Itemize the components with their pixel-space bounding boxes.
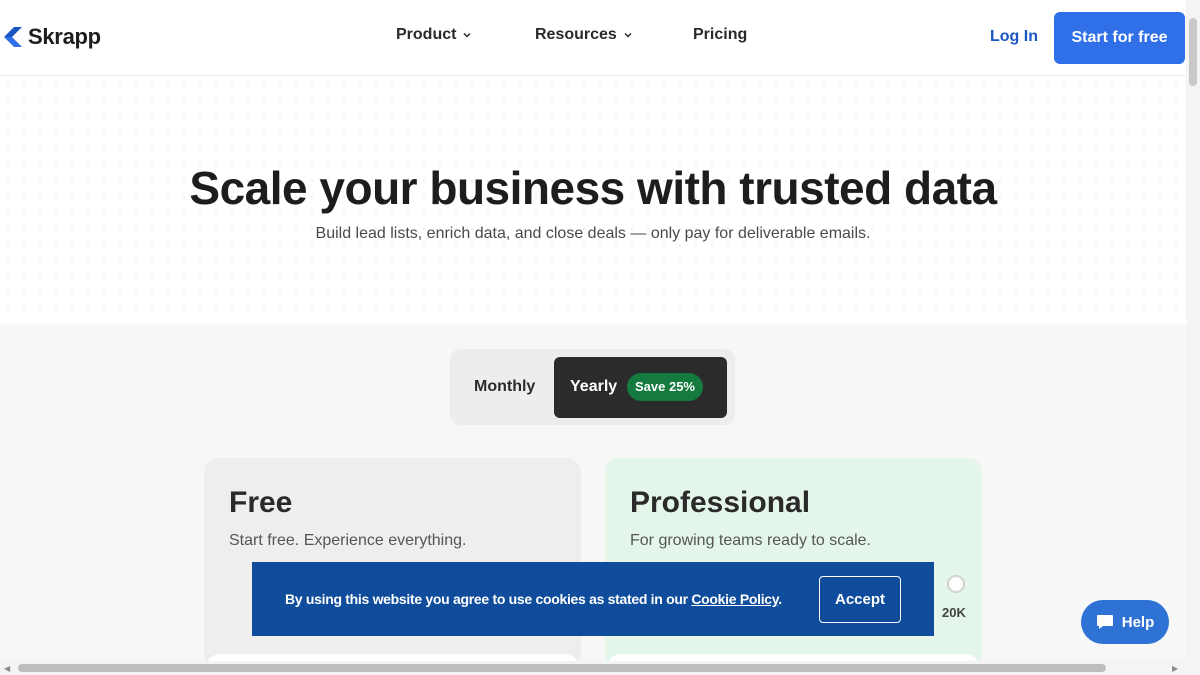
skrapp-logo-icon [4, 27, 22, 47]
nav-item-pricing[interactable]: Pricing [693, 26, 747, 44]
chevron-down-icon [624, 32, 632, 38]
login-link[interactable]: Log In [990, 28, 1038, 46]
slider-max-label: 20K [942, 605, 966, 620]
start-for-free-button[interactable]: Start for free [1054, 12, 1185, 64]
help-label: Help [1121, 613, 1155, 631]
chat-bubble-icon [1096, 615, 1113, 629]
billing-toggle: Monthly Yearly Save 25% [450, 349, 735, 425]
plan-description: Start free. Experience everything. [229, 532, 467, 549]
nav-item-resources[interactable]: Resources [535, 26, 633, 44]
help-button[interactable]: Help [1081, 600, 1169, 644]
hero-section: Scale your business with trusted data Bu… [0, 77, 1186, 325]
vertical-scrollbar-thumb[interactable] [1189, 18, 1197, 86]
billing-option-monthly[interactable]: Monthly [474, 378, 535, 396]
nav-item-label: Resources [535, 26, 617, 43]
cookie-text: By using this website you agree to use c… [285, 591, 692, 607]
plan-title: Professional [630, 486, 811, 519]
cookie-policy-link[interactable]: Cookie Policy [691, 591, 778, 607]
billing-option-yearly[interactable]: Yearly Save 25% [554, 357, 727, 418]
cookie-message: By using this website you agree to use c… [285, 591, 782, 607]
cookie-banner: By using this website you agree to use c… [252, 562, 934, 636]
nav-item-label: Pricing [693, 26, 748, 43]
cookie-text-suffix: . [778, 591, 782, 607]
nav-item-product[interactable]: Product [396, 26, 472, 44]
brand-logo[interactable]: Skrapp [2, 24, 101, 50]
credits-slider-handle[interactable] [947, 575, 965, 593]
hero-title: Scale your business with trusted data [189, 162, 997, 214]
nav-item-label: Product [396, 26, 457, 43]
horizontal-scrollbar[interactable]: ◀ ▶ [0, 661, 1200, 675]
scroll-right-icon[interactable]: ▶ [1172, 664, 1178, 673]
horizontal-scrollbar-thumb[interactable] [18, 664, 1106, 672]
vertical-scrollbar[interactable] [1186, 0, 1200, 661]
brand-name: Skrapp [28, 24, 101, 49]
chevron-down-icon [463, 32, 471, 38]
navbar: Skrapp Product Resources Pricing Log In … [0, 0, 1186, 76]
accept-cookies-button[interactable]: Accept [819, 576, 901, 623]
hero-subtitle: Build lead lists, enrich data, and close… [315, 225, 871, 242]
scroll-left-icon[interactable]: ◀ [4, 664, 10, 673]
billing-option-label: Yearly [570, 378, 618, 395]
save-badge: Save 25% [627, 373, 703, 401]
plan-title: Free [229, 486, 293, 519]
plan-description: For growing teams ready to scale. [630, 532, 871, 549]
